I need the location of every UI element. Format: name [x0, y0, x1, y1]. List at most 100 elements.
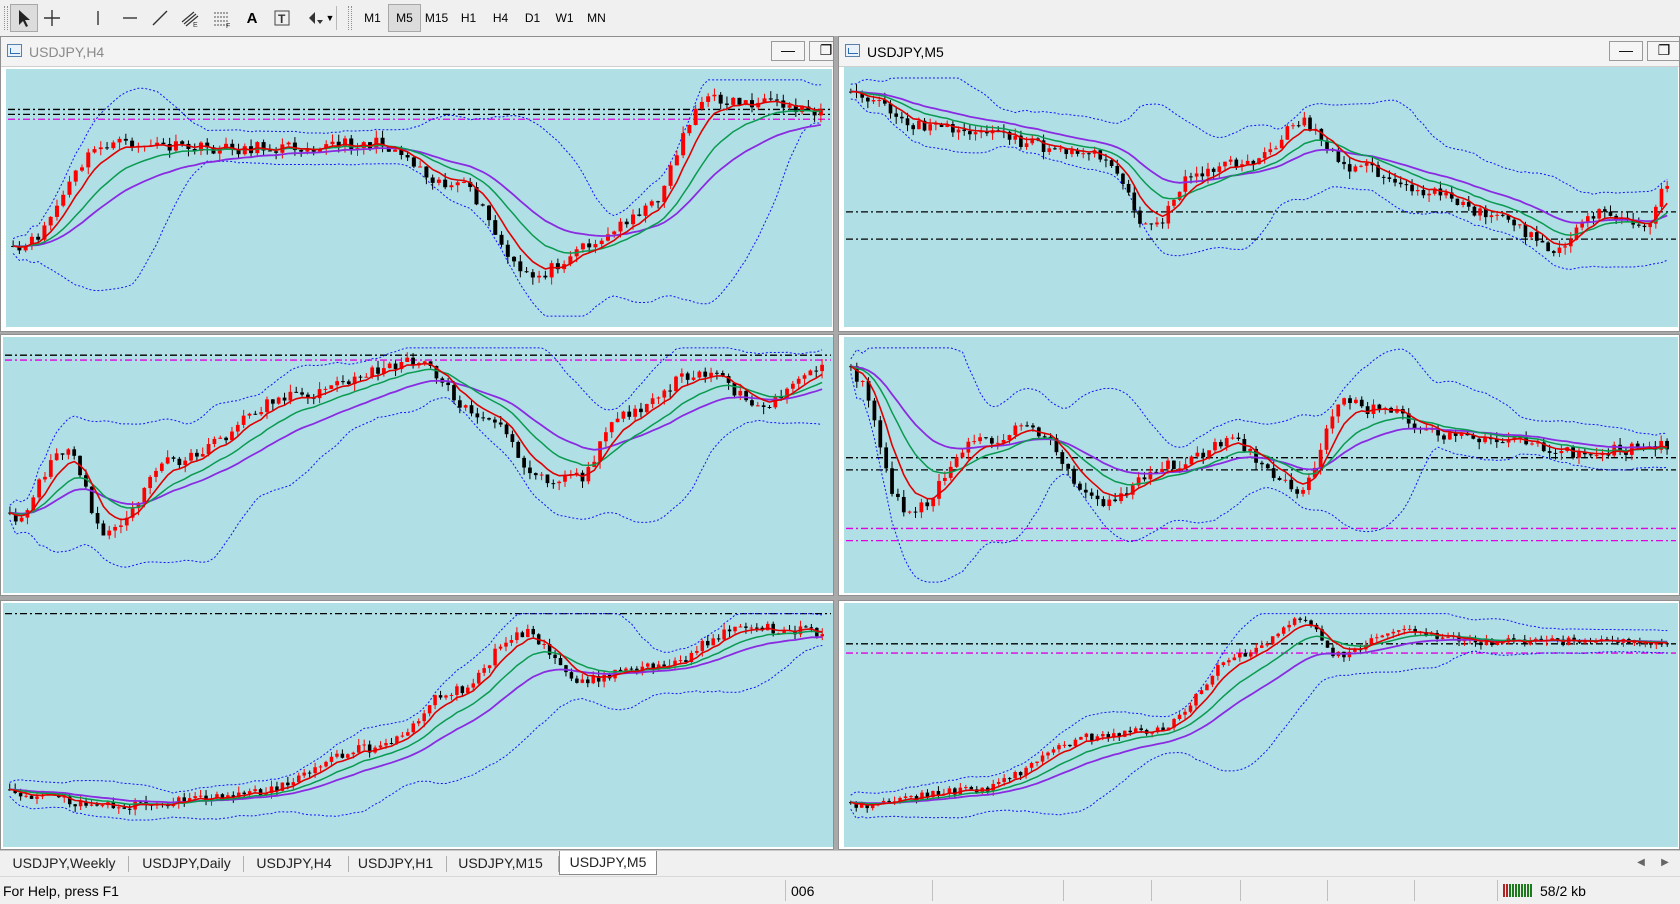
candle-body — [1483, 437, 1487, 443]
chart-window-middle-left[interactable] — [0, 334, 834, 596]
candle-body — [19, 517, 24, 522]
horizontal-line-tool-button[interactable] — [116, 4, 144, 32]
tab-scroll-left-icon[interactable]: ◀ — [1634, 855, 1648, 871]
candle-body — [323, 388, 328, 390]
candle-body — [1262, 152, 1267, 159]
chart-window-usdjpy-m5[interactable]: USDJPY,M5 — ❐ — [838, 36, 1680, 332]
crosshair-tool-button[interactable] — [38, 4, 66, 32]
candle-body — [1183, 176, 1188, 192]
candle-body — [1444, 192, 1448, 196]
candle-body — [1446, 637, 1450, 639]
toolbar-grip[interactable] — [4, 6, 8, 30]
candle-body — [66, 449, 71, 455]
chart-titlebar[interactable]: USDJPY,M5 — ❐ — [839, 37, 1679, 67]
candle-body — [242, 792, 246, 795]
moving-average-fast — [850, 365, 1668, 500]
timeframe-button-m15[interactable]: M15 — [420, 4, 453, 32]
tab-usdjpy-m5[interactable]: USDJPY,M5 — [559, 851, 657, 875]
chart-window-bottom-left[interactable] — [0, 600, 834, 850]
candle-body — [95, 804, 99, 806]
candle-body — [89, 804, 94, 806]
text-label-tool-button[interactable]: T — [268, 4, 296, 32]
candle-body — [1095, 495, 1100, 500]
timeframe-button-mn[interactable]: MN — [580, 4, 613, 32]
candle-body — [1029, 763, 1034, 768]
chart-titlebar[interactable]: USDJPY,H4 — ❐ — [1, 37, 833, 67]
candle-body — [218, 437, 223, 439]
trendline-icon — [152, 10, 168, 26]
candle-body — [1547, 451, 1552, 453]
candle-body — [662, 390, 667, 398]
arrows-dropdown-tool-button[interactable]: ▼ — [300, 4, 340, 32]
candle-body — [1213, 442, 1217, 451]
chart-plot-area[interactable] — [3, 337, 833, 593]
candle-body — [1172, 199, 1176, 206]
candle-body — [471, 683, 476, 688]
candle-body — [1089, 492, 1094, 496]
timeframe-button-d1[interactable]: D1 — [516, 4, 549, 32]
minimize-button[interactable]: — — [771, 41, 805, 61]
candle-body — [542, 644, 546, 646]
candle-body — [95, 513, 100, 524]
timeframe-button-m1[interactable]: M1 — [356, 4, 389, 32]
chart-plot-area[interactable] — [844, 67, 1678, 327]
candle-body — [700, 640, 705, 651]
text-tool-button[interactable]: A — [238, 4, 266, 32]
chart-plot-area[interactable] — [844, 603, 1678, 847]
candle-body — [101, 523, 106, 536]
candle-body — [1591, 216, 1596, 219]
bollinger-upper-band — [9, 613, 823, 794]
tab-usdjpy-h1[interactable]: USDJPY,H1 — [349, 853, 442, 874]
candle-body — [1347, 164, 1352, 172]
candle-body — [1387, 177, 1392, 179]
candle-body — [1002, 778, 1006, 783]
candle-body — [887, 800, 891, 802]
price-chart-h4 — [8, 79, 830, 317]
moving-average-mid — [13, 109, 821, 254]
candle-body — [313, 767, 317, 773]
candle-body — [346, 381, 351, 385]
equidistant-channel-tool-button[interactable]: E — [176, 4, 204, 32]
timeframe-button-w1[interactable]: W1 — [548, 4, 581, 32]
trendline-tool-button[interactable] — [146, 4, 174, 32]
minimize-button[interactable]: — — [1609, 41, 1643, 61]
candle-body — [656, 201, 661, 203]
tab-usdjpy-daily[interactable]: USDJPY,Daily — [134, 853, 239, 874]
candle-body — [557, 481, 562, 484]
candle-body — [732, 382, 737, 396]
chart-plot-area[interactable] — [844, 337, 1678, 593]
candle-body — [1066, 463, 1071, 469]
candle-body — [274, 151, 279, 153]
candle-body — [712, 94, 717, 97]
drawing-toolbar: E F A T ▼ M1 M5 M15 H1 H4 D1 W1 MN — [0, 0, 1058, 37]
toolbar-grip[interactable] — [348, 6, 352, 30]
candle-body — [1166, 460, 1170, 469]
candle-body — [629, 668, 634, 670]
fibonacci-icon: F — [214, 12, 230, 28]
tab-scroll-right-icon[interactable]: ▶ — [1658, 855, 1672, 871]
candle-body — [695, 650, 699, 653]
candle-body — [411, 157, 416, 167]
connection-traffic-icon — [1503, 884, 1532, 897]
fibonacci-tool-button[interactable]: F — [208, 4, 236, 32]
candle-body — [755, 405, 760, 407]
timeframe-button-m5[interactable]: M5 — [388, 4, 421, 32]
candle-body — [1025, 425, 1029, 427]
candle-body — [424, 166, 429, 178]
chart-window-bottom-right[interactable] — [838, 600, 1680, 850]
restore-button[interactable]: ❐ — [1647, 41, 1679, 61]
chart-plot-area[interactable] — [3, 603, 833, 847]
chart-plot-area[interactable] — [6, 69, 832, 327]
candle-body — [1534, 232, 1539, 241]
tab-usdjpy-m15[interactable]: USDJPY,M15 — [447, 853, 554, 874]
cursor-tool-button[interactable] — [10, 4, 38, 32]
vertical-line-tool-button[interactable] — [84, 4, 112, 32]
tab-usdjpy-h4[interactable]: USDJPY,H4 — [244, 853, 344, 874]
chart-window-usdjpy-h4[interactable]: USDJPY,H4 — ❐ — [0, 36, 834, 332]
chart-window-middle-right[interactable] — [838, 334, 1680, 596]
timeframe-button-h1[interactable]: H1 — [452, 4, 485, 32]
restore-button[interactable]: ❐ — [809, 41, 833, 61]
timeframe-button-h4[interactable]: H4 — [484, 4, 517, 32]
candle-body — [48, 460, 53, 477]
tab-usdjpy-weekly[interactable]: USDJPY,Weekly — [4, 853, 124, 874]
